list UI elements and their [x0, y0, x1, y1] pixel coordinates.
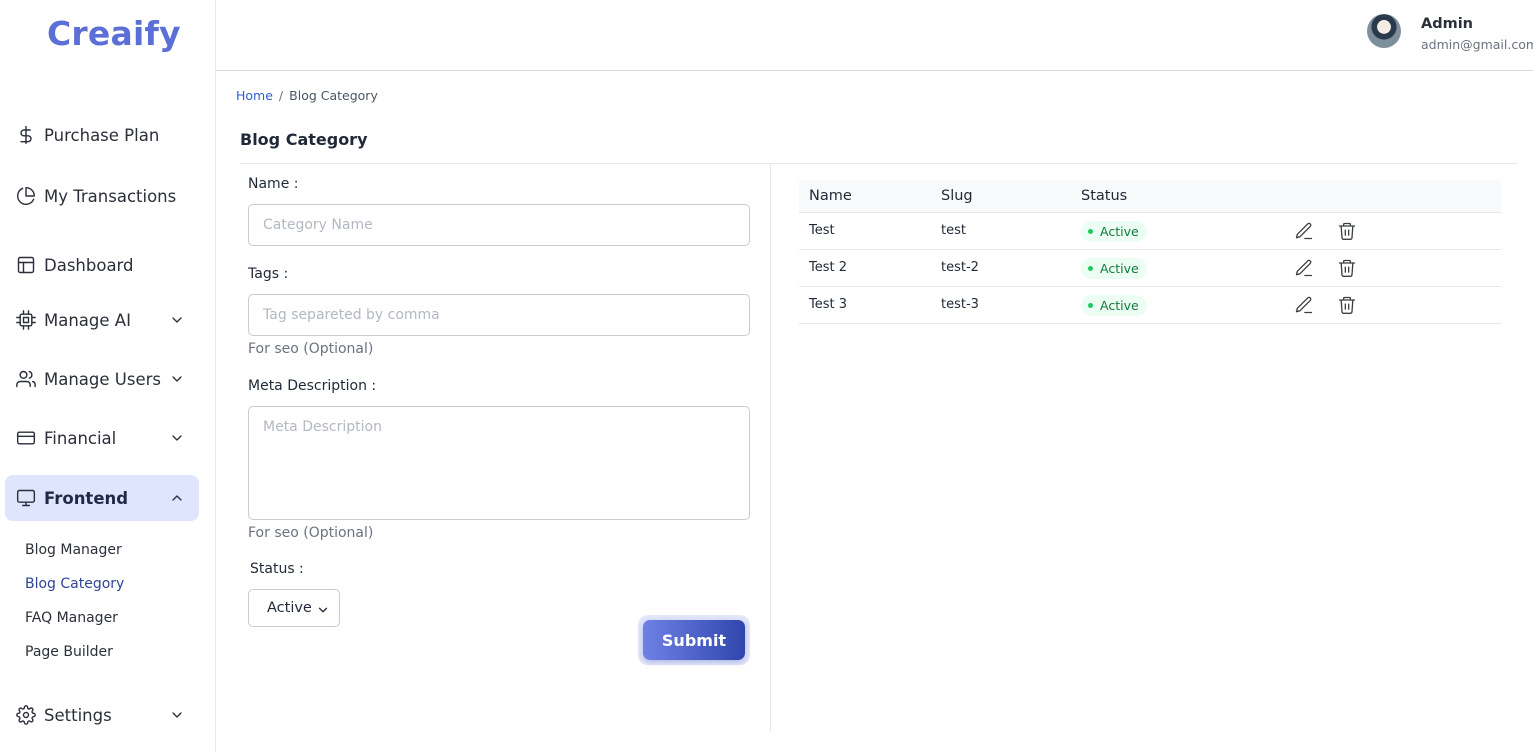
edit-icon[interactable] [1294, 221, 1316, 243]
brand-logo[interactable]: Creaify [47, 14, 181, 53]
trash-icon[interactable] [1337, 295, 1359, 317]
status-select[interactable]: Active [248, 589, 340, 627]
column-divider [770, 164, 771, 732]
chevron-up-icon [169, 490, 185, 506]
sidebar-item-label: Dashboard [44, 255, 134, 275]
breadcrumb-home-link[interactable]: Home [236, 88, 273, 103]
chevron-down-icon [169, 430, 185, 446]
cpu-icon [15, 309, 37, 331]
chevron-down-icon [169, 371, 185, 387]
page-title: Blog Category [240, 130, 368, 149]
column-header-status: Status [1081, 188, 1128, 204]
sidebar-item-label: My Transactions [44, 186, 177, 206]
chevron-down-icon [316, 603, 330, 617]
sidebar-item-manage-ai[interactable]: Manage AI [5, 297, 199, 343]
title-divider [240, 163, 1517, 164]
cell-slug: test [941, 223, 966, 238]
status-badge: Active [1081, 221, 1147, 242]
cell-name: Test 2 [809, 260, 848, 275]
edit-icon[interactable] [1294, 258, 1316, 280]
status-badge: Active [1081, 258, 1147, 279]
status-select-value: Active [267, 600, 312, 616]
sidebar-item-label: Financial [44, 428, 117, 448]
tags-help-text: For seo (Optional) [248, 341, 374, 357]
credit-card-icon [15, 427, 37, 449]
breadcrumb-current: Blog Category [289, 88, 378, 103]
column-header-slug: Slug [941, 188, 973, 204]
column-header-name: Name [809, 188, 852, 204]
category-table: Name Slug Status Test test Active Test 2… [799, 180, 1501, 324]
sidebar-item-purchase-plan[interactable]: Purchase Plan [5, 112, 199, 158]
user-email: admin@gmail.com [1421, 37, 1533, 52]
breadcrumb-separator: / [278, 88, 284, 103]
sidebar-item-dashboard[interactable]: Dashboard [5, 242, 199, 288]
category-name-input[interactable] [248, 204, 750, 246]
tags-input[interactable] [248, 294, 750, 336]
edit-icon[interactable] [1294, 295, 1316, 317]
chevron-down-icon [169, 312, 185, 328]
status-badge: Active [1081, 295, 1147, 316]
sidebar-subitem-page-builder[interactable]: Page Builder [25, 644, 113, 660]
sidebar-item-label: Manage AI [44, 310, 131, 330]
name-label: Name : [248, 176, 299, 192]
layout-icon [15, 254, 37, 276]
user-name: Admin [1421, 16, 1474, 32]
app-root: Creaify Purchase Plan My Transactions Da… [0, 0, 1533, 752]
sidebar-item-frontend[interactable]: Frontend [5, 475, 199, 521]
sidebar-subitem-faq-manager[interactable]: FAQ Manager [25, 610, 118, 626]
cell-slug: test-2 [941, 260, 979, 275]
sidebar-item-label: Manage Users [44, 369, 161, 389]
sidebar-item-financial[interactable]: Financial [5, 415, 199, 461]
table-row: Test 2 test-2 Active [799, 250, 1501, 287]
trash-icon[interactable] [1337, 221, 1359, 243]
avatar[interactable] [1367, 14, 1401, 48]
sidebar-item-label: Purchase Plan [44, 125, 160, 145]
tags-label: Tags : [248, 266, 289, 282]
users-icon [15, 368, 37, 390]
submit-button[interactable]: Submit [638, 615, 750, 665]
breadcrumb: Home / Blog Category [236, 88, 378, 103]
dollar-icon [15, 124, 37, 146]
cell-slug: test-3 [941, 297, 979, 312]
chevron-down-icon [169, 707, 185, 723]
table-header: Name Slug Status [799, 180, 1501, 213]
meta-description-label: Meta Description : [248, 378, 377, 394]
top-header: Admin admin@gmail.com [216, 0, 1533, 71]
submit-button-label: Submit [643, 620, 745, 660]
cell-name: Test 3 [809, 297, 848, 312]
sidebar-item-label: Frontend [44, 488, 129, 508]
cell-name: Test [809, 223, 835, 238]
monitor-icon [15, 487, 37, 509]
pie-chart-icon [15, 185, 37, 207]
sidebar-item-label: Settings [44, 705, 112, 725]
table-row: Test test Active [799, 213, 1501, 250]
sidebar-item-manage-users[interactable]: Manage Users [5, 356, 199, 402]
sidebar-subitem-blog-category[interactable]: Blog Category [25, 576, 124, 592]
sidebar-item-settings[interactable]: Settings [5, 692, 199, 738]
gear-icon [15, 704, 37, 726]
meta-help-text: For seo (Optional) [248, 525, 374, 541]
trash-icon[interactable] [1337, 258, 1359, 280]
sidebar-subitem-blog-manager[interactable]: Blog Manager [25, 542, 122, 558]
status-label: Status : [250, 561, 304, 577]
sidebar: Creaify Purchase Plan My Transactions Da… [0, 0, 216, 752]
table-row: Test 3 test-3 Active [799, 287, 1501, 324]
sidebar-item-my-transactions[interactable]: My Transactions [5, 173, 199, 219]
meta-description-textarea[interactable] [248, 406, 750, 520]
